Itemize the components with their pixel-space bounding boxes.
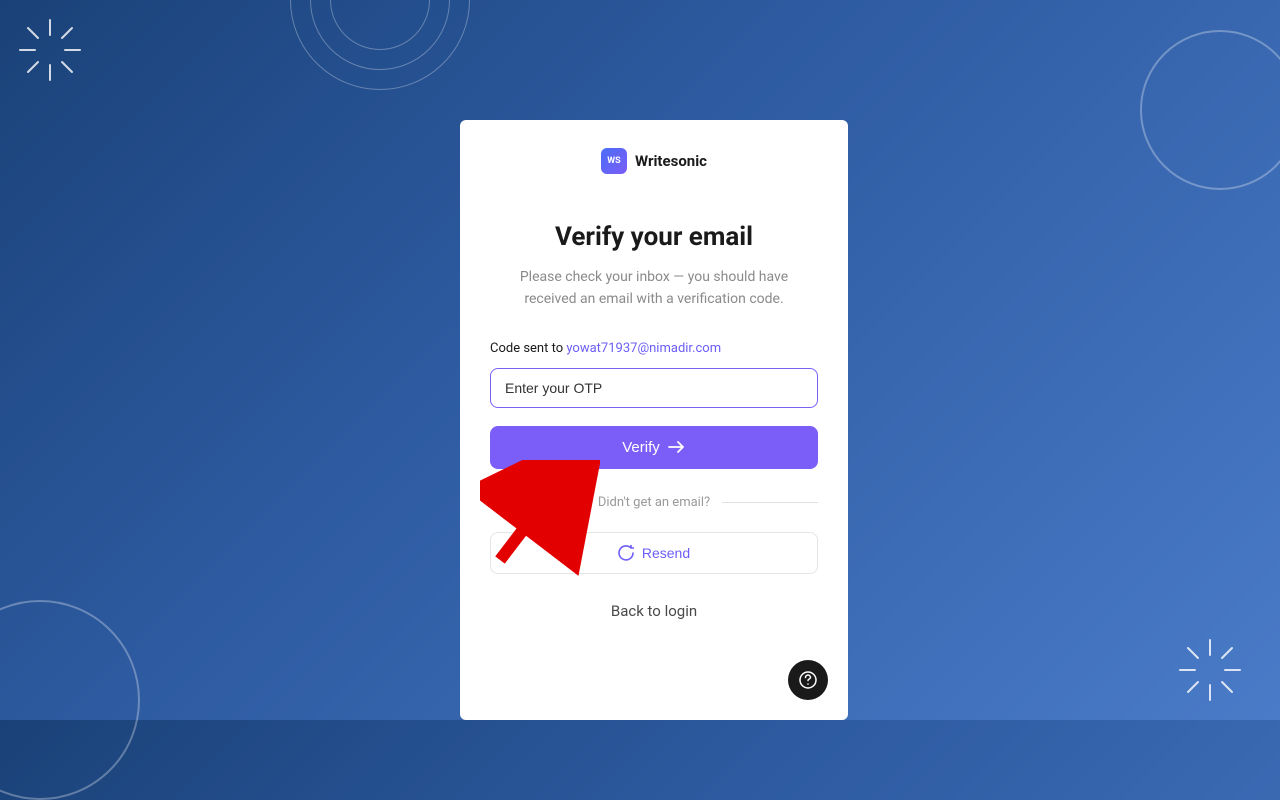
- divider-line: [722, 502, 818, 503]
- bg-circle: [1140, 30, 1280, 190]
- refresh-icon: [618, 545, 634, 561]
- divider-line: [490, 502, 586, 503]
- divider-text: Didn't get an email?: [598, 495, 710, 510]
- bg-circle: [0, 600, 140, 800]
- verify-button[interactable]: Verify: [490, 426, 818, 469]
- back-to-login-link[interactable]: Back to login: [490, 602, 818, 620]
- brand-name: Writesonic: [635, 152, 707, 170]
- arrow-right-icon: [668, 440, 686, 454]
- help-button[interactable]: [788, 660, 828, 700]
- page-title: Verify your email: [490, 222, 818, 252]
- verify-email-card: WS Writesonic Verify your email Please c…: [460, 120, 848, 720]
- divider: Didn't get an email?: [490, 495, 818, 510]
- code-sent-label: Code sent to yowat71937@nimadir.com: [490, 341, 818, 356]
- sparkle-icon: [1170, 630, 1250, 710]
- page-subtitle: Please check your inbox — you should hav…: [490, 266, 818, 311]
- question-icon: [798, 670, 818, 690]
- resend-button[interactable]: Resend: [490, 532, 818, 574]
- logo-icon: WS: [601, 148, 627, 174]
- code-sent-prefix: Code sent to: [490, 341, 566, 356]
- sparkle-icon: [10, 10, 90, 90]
- verify-button-label: Verify: [622, 439, 660, 456]
- brand-logo: WS Writesonic: [490, 148, 818, 174]
- code-sent-email: yowat71937@nimadir.com: [566, 341, 721, 356]
- otp-input[interactable]: [490, 368, 818, 408]
- resend-button-label: Resend: [642, 545, 690, 561]
